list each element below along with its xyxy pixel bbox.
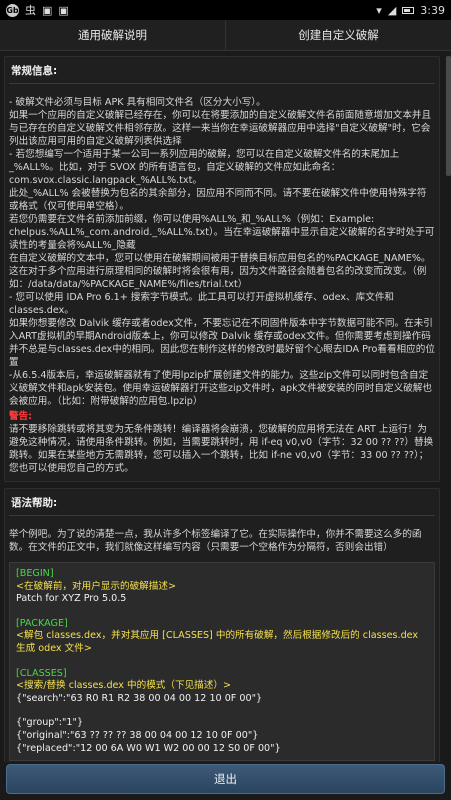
divider: [9, 83, 435, 84]
bug-icon: 虫: [25, 4, 36, 17]
info-paragraph: -从6.5.4版本后，幸运破解器就有了使用lpzip扩展创建文件的能力。这些zi…: [9, 370, 432, 407]
battery-icon: [402, 6, 415, 14]
warning-paragraph: 请不要移除跳转或将其变为无条件跳转！编译器将会崩溃，您破解的应用将无法在 ART…: [9, 424, 434, 474]
code-tag-classes: [CLASSES]: [16, 667, 67, 679]
general-info-title: 常规信息:: [11, 65, 58, 77]
scrollbar-thumb[interactable]: [446, 56, 451, 176]
tab-bar: 通用破解说明 创建自定义破解: [0, 20, 451, 51]
code-line: {"group":"1"}: [16, 717, 84, 729]
notification-icon-2: ▣: [58, 3, 69, 17]
exit-button[interactable]: 退出: [6, 764, 445, 794]
info-paragraph: 若您仍需要在文件名前添加前缀，你可以使用%ALL%_和_%ALL%（例如：Exa…: [9, 214, 435, 251]
tab-create-custom-patch[interactable]: 创建自定义破解: [225, 20, 451, 50]
notification-icon: ▣: [42, 3, 53, 17]
code-tag-begin: [BEGIN]: [16, 568, 54, 579]
code-example: [BEGIN] <在破解前，对用户显示的破解描述> Patch for XYZ …: [9, 562, 435, 762]
general-info-card: 常规信息: - 破解文件必须与目标 APK 具有相同文件名（区分大小写）。 如果…: [4, 56, 440, 482]
info-paragraph: - 破解文件必须与目标 APK 具有相同文件名（区分大小写）。: [9, 97, 266, 108]
clock: 3:39: [420, 3, 445, 17]
info-paragraph: - 若您想编写一个适用于某一公司一系列应用的破解，您可以在自定义破解文件名的末尾…: [9, 149, 400, 186]
info-paragraph: 此处_%ALL% 会被替换为包名的其余部分，因应用不同而不同。请不要在破解文件中…: [9, 188, 427, 212]
code-comment: <搜索/替换 classes.dex 中的模式（下见描述）>: [16, 680, 231, 692]
signal-icon: ◢: [387, 3, 397, 17]
divider: [9, 515, 435, 516]
info-paragraph: - 您可以使用 IDA Pro 6.1+ 搜索字节模式。此工具可以打开虚拟机缓存…: [9, 292, 398, 316]
info-paragraph: 如果你想要修改 Dalvik 缓存或者odex文件，不要忘记在不同固件版本中字节…: [9, 318, 435, 368]
syntax-help-title: 语法帮助:: [11, 497, 58, 509]
code-value: Patch for XYZ Pro 5.0.5: [16, 593, 127, 605]
status-bar: Gb 虫 ▣ ▣ ▾ ◢ 3:39: [0, 0, 451, 20]
code-line: {"search":"63 R0 R1 R2 38 00 04 00 12 10…: [16, 692, 263, 704]
info-paragraph: 在自定义破解的文本中，您可以使用在破解期间被用于替换目标应用包名的%PACKAG…: [9, 253, 431, 290]
code-comment: <解包 classes.dex，并对其应用 [CLASSES] 中的所有破解，然…: [16, 630, 419, 654]
code-line: {"replaced":"12 00 6A W0 W1 W2 00 00 12 …: [16, 742, 281, 754]
wifi-icon: ▾: [376, 3, 382, 17]
code-comment: <在破解前，对用户显示的破解描述>: [16, 580, 176, 592]
code-line: {"original":"63 ?? ?? ?? 38 00 04 00 12 …: [16, 729, 259, 741]
app-notification-icon: Gb: [6, 3, 19, 17]
scroll-content[interactable]: 常规信息: - 破解文件必须与目标 APK 具有相同文件名（区分大小写）。 如果…: [0, 56, 445, 762]
tab-general-instructions[interactable]: 通用破解说明: [0, 20, 225, 50]
warning-label: 警告:: [9, 411, 33, 422]
code-tag-package: [PACKAGE]: [16, 617, 68, 629]
syntax-help-card: 语法帮助: 举个例吧。为了说的清楚一点，我从许多个标签编译了它。在实际操作中，你…: [4, 488, 440, 762]
syntax-intro: 举个例吧。为了说的清楚一点，我从许多个标签编译了它。在实际操作中，你并不需要这么…: [9, 529, 422, 553]
info-paragraph: 如果一个应用的自定义破解已经存在，你可以在将要添加的自定义破解文件名前面随意增加…: [9, 110, 432, 147]
